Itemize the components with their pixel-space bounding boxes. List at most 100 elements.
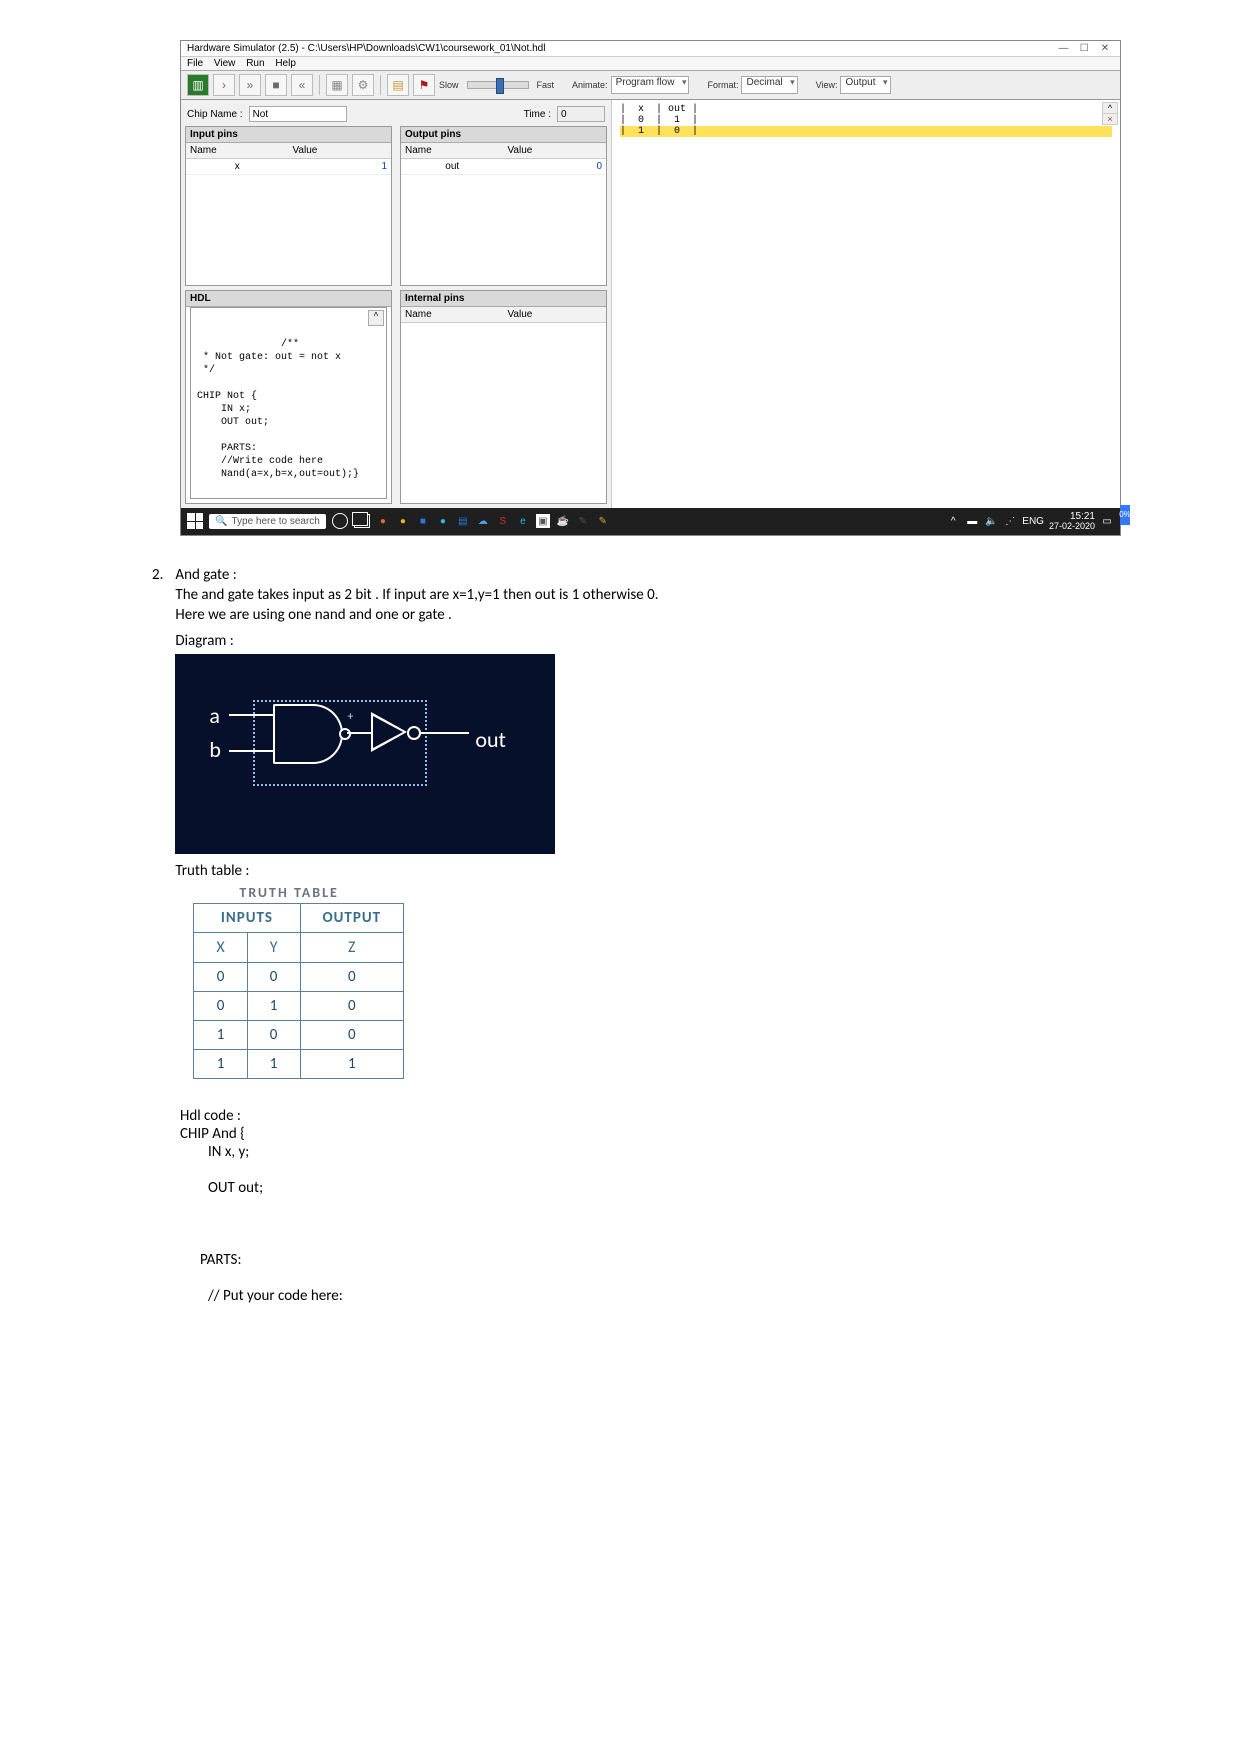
- output-pins-header: Output pins: [401, 127, 606, 143]
- truth-table-label: Truth table :: [175, 862, 1121, 880]
- speed-slider[interactable]: [467, 81, 529, 89]
- col-value: Value: [289, 143, 392, 159]
- close-icon[interactable]: ×: [1103, 114, 1117, 124]
- taskbar-app-icon[interactable]: S: [496, 514, 510, 528]
- step-icon[interactable]: ›: [213, 74, 235, 96]
- scroll-up-icon[interactable]: ^: [1103, 103, 1117, 114]
- nand-gate-icon: [273, 704, 333, 760]
- col-z: Z: [300, 932, 404, 962]
- sim-left-pane: Chip Name : Time : Input pins Name Value…: [181, 100, 611, 508]
- paragraph: The and gate takes input as 2 bit . If i…: [175, 586, 1121, 604]
- menubar: File View Run Help: [181, 57, 1120, 71]
- taskbar-app-icon[interactable]: ▣: [536, 514, 550, 528]
- col-name: Name: [186, 143, 289, 159]
- table-row: 010: [194, 991, 404, 1020]
- hdl-code-panel[interactable]: ^ /** * Not gate: out = not x */ CHIP No…: [190, 307, 387, 499]
- taskbar-app-icon[interactable]: ●: [436, 514, 450, 528]
- hdl-label: Hdl code :: [180, 1107, 241, 1125]
- flag-icon[interactable]: ⚑: [413, 74, 435, 96]
- script-icon[interactable]: ▤: [387, 74, 409, 96]
- menu-help[interactable]: Help: [275, 58, 296, 69]
- output-pin-value: 0: [504, 159, 607, 175]
- fast-forward-icon[interactable]: »: [239, 74, 261, 96]
- output-pin-name: out: [401, 159, 504, 175]
- table-row: 100: [194, 1020, 404, 1049]
- input-a-label: a: [209, 702, 220, 729]
- task-view-icon[interactable]: [354, 514, 370, 528]
- fast-label: Fast: [537, 80, 555, 90]
- col-x: X: [194, 932, 247, 962]
- input-pin-value[interactable]: 1: [289, 159, 392, 175]
- hdl-header: HDL: [186, 291, 391, 307]
- internal-pins-header: Internal pins: [401, 291, 606, 307]
- output-row-highlighted: | 1 | 0 |: [620, 126, 1112, 137]
- taskbar-app-icon[interactable]: ●: [376, 514, 390, 528]
- output-header: OUTPUT: [300, 903, 404, 932]
- menu-file[interactable]: File: [187, 58, 203, 69]
- rewind-icon[interactable]: «: [291, 74, 313, 96]
- paragraph: Here we are using one nand and one or ga…: [175, 606, 1121, 624]
- simulator-window: Hardware Simulator (2.5) - C:\Users\HP\D…: [180, 40, 1121, 536]
- truth-table-title: TRUTH TABLE: [239, 884, 1121, 901]
- chevron-up-icon[interactable]: ^: [946, 514, 960, 528]
- col-value: Value: [504, 307, 607, 323]
- battery-icon[interactable]: ▬: [965, 514, 979, 528]
- search-placeholder: Type here to search: [231, 516, 319, 527]
- time-label: Time :: [524, 109, 551, 120]
- menu-view[interactable]: View: [214, 58, 236, 69]
- taskbar-app-icon[interactable]: ●: [396, 514, 410, 528]
- scroll-up-icon[interactable]: ^: [368, 310, 384, 326]
- close-button[interactable]: ✕: [1096, 43, 1114, 54]
- format-label: Format:: [707, 80, 738, 90]
- chip-name-input[interactable]: [249, 106, 347, 122]
- output-label: out: [475, 726, 506, 753]
- taskbar-app-icon[interactable]: ☕: [556, 514, 570, 528]
- col-name: Name: [401, 307, 504, 323]
- slow-label: Slow: [439, 80, 459, 90]
- cortana-icon[interactable]: [332, 513, 348, 529]
- notifications-icon[interactable]: ▭: [1100, 514, 1114, 528]
- diagram-label: Diagram :: [175, 632, 1121, 650]
- view-label: View:: [816, 80, 838, 90]
- view-select[interactable]: Output: [840, 76, 890, 94]
- table-row: 000: [194, 962, 404, 991]
- search-icon: 🔍: [215, 516, 227, 527]
- sim-output-pane: ^ × | x | out | | 0 | 1 | | 1 | 0 |: [611, 100, 1120, 508]
- gear-icon[interactable]: ⚙: [352, 74, 374, 96]
- table-row: 111: [194, 1049, 404, 1078]
- volume-icon[interactable]: 🔈: [984, 514, 998, 528]
- toolbar: ▥ › » ■ « ▦ ⚙ ▤ ⚑ Slow Fast Animate: Pro…: [181, 71, 1120, 100]
- document-page: Hardware Simulator (2.5) - C:\Users\HP\D…: [0, 0, 1241, 1383]
- time-input: [557, 106, 605, 122]
- taskbar-app-icon[interactable]: e: [516, 514, 530, 528]
- section-title: And gate :: [175, 566, 1121, 584]
- animate-label: Animate:: [572, 80, 608, 90]
- inputs-header: INPUTS: [194, 903, 300, 932]
- minimize-button[interactable]: —: [1054, 43, 1072, 54]
- taskbar-app-icon[interactable]: ☁: [476, 514, 490, 528]
- animate-select[interactable]: Program flow: [611, 76, 690, 94]
- taskbar-app-icon[interactable]: ▤: [456, 514, 470, 528]
- stop-icon[interactable]: ■: [265, 74, 287, 96]
- plus-icon: +: [347, 710, 353, 724]
- windows-taskbar: 🔍 Type here to search ● ● ■ ● ▤ ☁ S e ▣ …: [181, 508, 1120, 535]
- search-box[interactable]: 🔍 Type here to search: [209, 514, 326, 529]
- board-icon[interactable]: ▦: [326, 74, 348, 96]
- side-badge: 0%: [1120, 505, 1130, 525]
- taskbar-app-icon[interactable]: ✎: [576, 514, 590, 528]
- maximize-button[interactable]: ☐: [1075, 43, 1093, 54]
- start-button[interactable]: [187, 513, 203, 529]
- and-gate-diagram: a b + out: [175, 654, 555, 854]
- menu-run[interactable]: Run: [246, 58, 264, 69]
- taskbar-app-icon[interactable]: ■: [416, 514, 430, 528]
- truth-table: TRUTH TABLE INPUTS OUTPUT X Y Z 000: [175, 884, 1121, 1079]
- language-indicator[interactable]: ENG: [1022, 516, 1044, 527]
- format-select[interactable]: Decimal: [741, 76, 797, 94]
- col-value: Value: [504, 143, 607, 159]
- output-header-row: | x | out |: [620, 104, 1112, 115]
- taskbar-app-icon[interactable]: ✎: [596, 514, 610, 528]
- chip-icon[interactable]: ▥: [187, 74, 209, 96]
- wifi-icon[interactable]: ⋰: [1003, 514, 1017, 528]
- clock[interactable]: 15:21 27-02-2020: [1049, 511, 1095, 532]
- hdl-code-block: Hdl code : CHIP And { IN x, y; OUT out; …: [180, 1089, 1121, 1323]
